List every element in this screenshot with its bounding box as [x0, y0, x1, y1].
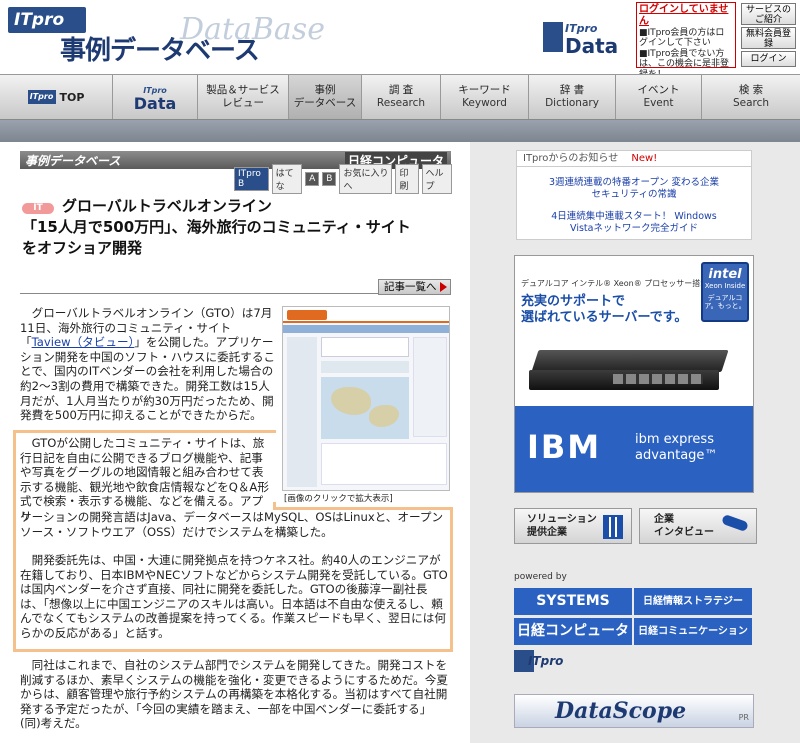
main-nav: ITpro TOP ITpro Data 製品＆サービス レビュー 事例 データベー… [0, 74, 800, 120]
server-advertisement[interactable]: デュアルコア インテル® Xeon® プロセッサー搭載 充実のサポートで 選ばれ… [514, 255, 754, 493]
article-paragraph-1: グローバルトラベルオンライン（GTO）は7月11日、海外旅行のコミュニティ・サイ… [20, 306, 276, 423]
nav-subbar [0, 120, 800, 142]
favorites-button[interactable]: お気に入りへ [339, 164, 393, 194]
publication-nikkei-computer[interactable]: 日経コンピュータ [514, 618, 632, 645]
main-content: 事例データベース 日経コンピュータ ITpro B はてな A B お気に入りへ… [0, 142, 470, 743]
itpro-bookmark-button[interactable]: ITpro B [234, 167, 269, 191]
nav-itpro-top[interactable]: ITpro TOP [0, 75, 113, 119]
nav-event[interactable]: イベント Event [616, 75, 702, 119]
nav-itpro-data[interactable]: ITpro Data [113, 75, 198, 119]
solution-providers-button[interactable]: ソリューション 提供企業 [514, 508, 632, 544]
image-caption[interactable]: [画像のクリックで拡大表示] [284, 492, 393, 504]
microphone-icon [721, 513, 749, 533]
help-button[interactable]: ヘルプ [421, 164, 453, 194]
section-title: 事例データベース [25, 154, 121, 168]
datascope-banner[interactable]: DataScope PR [514, 694, 754, 728]
company-interview-button[interactable]: 企業 インタビュー [639, 508, 757, 544]
article-paragraph-2b: ケーションの開発言語はJava、データベースはMySQL、OSはLinuxと、オ… [20, 510, 444, 539]
pr-label: PR [738, 713, 749, 722]
nav-keyword[interactable]: キーワード Keyword [441, 75, 529, 119]
ad-headline: 充実のサポートで 選ばれているサーバーです。 [521, 294, 688, 325]
page-header: ITpro 事例データベース DataBase ITpro Data ログインし… [0, 0, 800, 80]
font-size-a-button[interactable]: A [305, 172, 320, 186]
nav-research[interactable]: 調 査 Research [362, 75, 441, 119]
notice-link-2[interactable]: 4日連続集中連載スタート！ Windows Vistaネットワーク完全ガイド [547, 211, 721, 235]
tool-bar: ITpro B はてな A B お気に入りへ 印刷 ヘルプ [234, 164, 453, 194]
font-size-b-button[interactable]: B [322, 172, 337, 186]
server-image [523, 342, 733, 398]
login-notice-body: ■ITpro会員の方はログインして下さい ■ITpro会員でない方は、この機会に… [639, 28, 730, 80]
notice-box: ITproからのお知らせ New! 3週連続連載の特番オープン 変わる企業セキュ… [516, 150, 752, 240]
free-register-button[interactable]: 無料会員登録 [741, 27, 796, 49]
new-badge: New! [631, 153, 658, 164]
publication-nikkei-strategy[interactable]: 日経情報ストラテジー [634, 588, 752, 615]
article-title-line2: 「15人月で500万円」、海外旅行のコミュニティ・サイト [22, 218, 411, 236]
itpro-mini-logo: ITpro [27, 90, 56, 104]
login-notice-title: ログインしていません [639, 4, 729, 27]
notice-header: ITproからのお知らせ New! [517, 151, 751, 167]
itpro-data-logo[interactable]: ITpro Data [543, 22, 627, 66]
ibm-logo: IBM [527, 428, 602, 466]
ad-tagline: デュアルコア インテル® Xeon® プロセッサー搭載 [521, 279, 709, 288]
powered-by-label: powered by [514, 572, 567, 582]
article-paragraph-4: 同社はこれまで、自社のシステム部門でシステムを開発してきた。開発コストを削減する… [20, 658, 448, 731]
notice-link-1[interactable]: 3週連続連載の特番オープン 変わる企業セキュリティの常識 [547, 177, 721, 201]
building-icon [603, 515, 623, 539]
sidebar: ITproからのお知らせ New! 3週連続連載の特番オープン 変わる企業セキュ… [470, 142, 800, 743]
print-button[interactable]: 印刷 [395, 164, 419, 194]
hatena-button[interactable]: はてな [271, 164, 303, 194]
database-watermark: DataBase [180, 12, 325, 47]
itpro-footer-logo[interactable]: ITpro [514, 650, 568, 672]
article-paragraph-3: 開発委託先は、中国・大連に開発拠点を持つケネス社。約40人のエンジニアが在籍して… [20, 553, 448, 640]
article-list-button[interactable]: 記事一覧へ [378, 279, 451, 295]
ibm-express-text: ibm express advantage™ [635, 432, 718, 463]
map-thumbnail [321, 377, 409, 439]
login-notice: ログインしていません ■ITpro会員の方はログインして下さい ■ITpro会員… [636, 2, 736, 80]
article-title: グローバルトラベルオンライン 「15人月で500万円」、海外旅行のコミュニティ・… [22, 196, 452, 259]
nav-dictionary[interactable]: 辞 書 Dictionary [529, 75, 616, 119]
nav-search[interactable]: 検 索 Search [702, 75, 800, 119]
ibm-ad-bottom: IBM ibm express advantage™ [515, 406, 753, 492]
nav-case-database[interactable]: 事例 データベース [289, 75, 362, 119]
nav-product-review[interactable]: 製品＆サービス レビュー [198, 75, 289, 119]
publication-nikkei-systems[interactable]: SYSTEMS [514, 588, 632, 615]
arrow-right-icon [439, 282, 447, 292]
service-intro-button[interactable]: サービスのご紹介 [741, 3, 796, 25]
publication-nikkei-communications[interactable]: 日経コミュニケーション [634, 618, 752, 645]
article-screenshot-image[interactable] [282, 306, 450, 491]
taview-link[interactable]: Taview（タビュー） [32, 335, 135, 349]
login-button[interactable]: ログイン [741, 51, 796, 67]
intel-xeon-badge: intel Xeon Inside デュアルコア。もっと。 [701, 262, 749, 322]
article-title-line3: をオフショア開発 [22, 239, 143, 257]
article-title-line1: グローバルトラベルオンライン [62, 197, 272, 215]
